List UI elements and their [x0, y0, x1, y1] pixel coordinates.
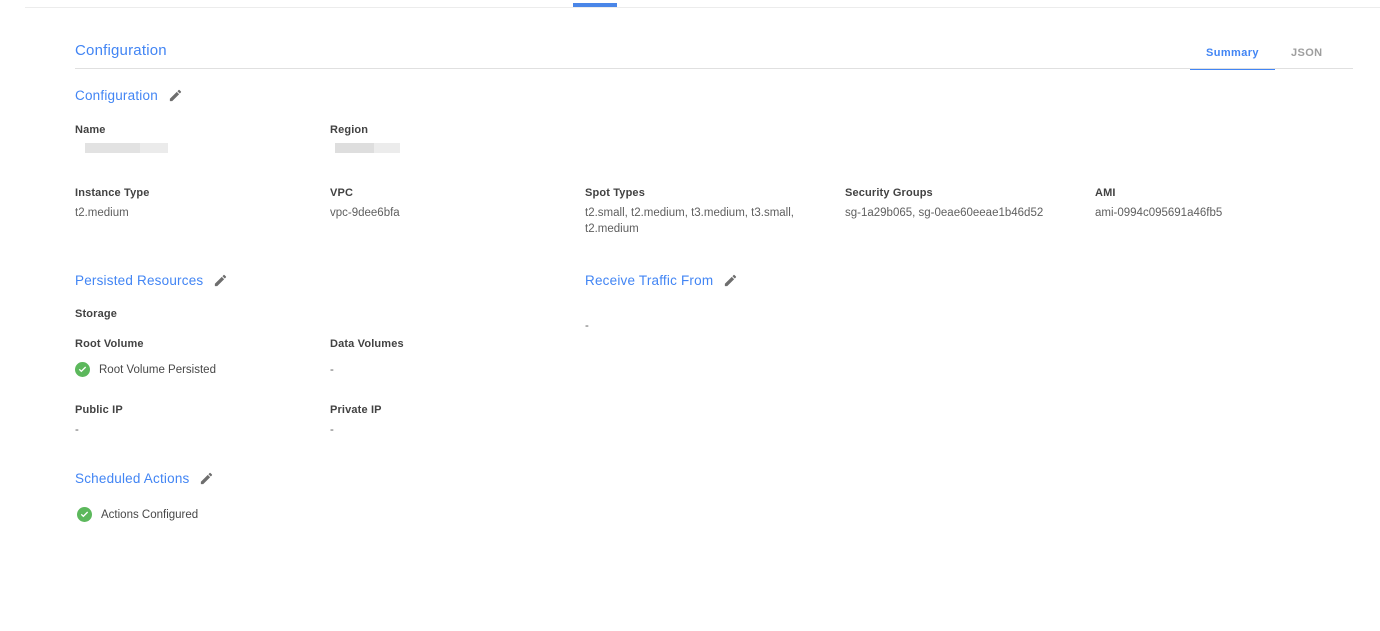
field-ami: AMI ami-0994c095691a46fb5 [1095, 187, 1222, 222]
field-data-volumes-label: Data Volumes [330, 338, 404, 350]
field-ami-label: AMI [1095, 187, 1222, 199]
section-scheduled-actions-header: Scheduled Actions [75, 471, 214, 486]
edit-receive-traffic-button[interactable] [723, 273, 738, 288]
field-spot-types-label: Spot Types [585, 187, 817, 199]
field-root-volume-label: Root Volume [75, 338, 144, 350]
field-public-ip: Public IP - [75, 404, 123, 439]
receive-traffic-value: - [585, 320, 589, 332]
edit-scheduled-actions-button[interactable] [199, 471, 214, 486]
section-persisted-resources-header: Persisted Resources [75, 273, 228, 288]
field-private-ip: Private IP - [330, 404, 382, 439]
pencil-icon [199, 471, 214, 486]
field-private-ip-value: - [330, 423, 382, 439]
root-volume-status-text: Root Volume Persisted [99, 364, 216, 376]
tab-json[interactable]: JSON [1275, 38, 1339, 70]
section-persisted-resources-title: Persisted Resources [75, 273, 203, 288]
field-security-groups-label: Security Groups [845, 187, 1085, 199]
field-private-ip-label: Private IP [330, 404, 382, 416]
field-data-volumes: Data Volumes [330, 338, 404, 350]
tab-summary[interactable]: Summary [1190, 38, 1275, 70]
pencil-icon [168, 88, 183, 103]
top-active-tab-indicator [573, 3, 617, 7]
field-name-label: Name [75, 124, 168, 136]
data-volumes-value: - [330, 364, 334, 376]
scheduled-actions-status-text: Actions Configured [101, 509, 198, 521]
field-root-volume: Root Volume [75, 338, 144, 350]
field-vpc: VPC vpc-9dee6bfa [330, 187, 400, 222]
field-spot-types-value: t2.small, t2.medium, t3.medium, t3.small… [585, 206, 817, 237]
pencil-icon [723, 273, 738, 288]
header-divider [75, 68, 1353, 69]
subsection-storage: Storage [75, 308, 117, 320]
check-circle-icon [75, 362, 90, 377]
field-vpc-label: VPC [330, 187, 400, 199]
field-region: Region [330, 124, 400, 153]
scheduled-actions-status: Actions Configured [77, 507, 198, 522]
view-tabs: Summary JSON [1190, 38, 1339, 70]
field-name-redacted-value [85, 143, 168, 153]
field-region-redacted-value [335, 143, 400, 153]
section-receive-traffic-header: Receive Traffic From [585, 273, 738, 288]
field-instance-type-value: t2.medium [75, 206, 150, 222]
field-public-ip-value: - [75, 423, 123, 439]
root-volume-status: Root Volume Persisted [75, 362, 216, 377]
page-title: Configuration [75, 42, 167, 59]
section-receive-traffic-title: Receive Traffic From [585, 273, 713, 288]
section-configuration-title: Configuration [75, 88, 158, 103]
page: Configuration Summary JSON Configuration… [0, 0, 1380, 631]
field-name: Name [75, 124, 168, 153]
edit-configuration-button[interactable] [168, 88, 183, 103]
top-tabbar-divider [25, 7, 1380, 8]
field-spot-types: Spot Types t2.small, t2.medium, t3.mediu… [585, 187, 817, 237]
subsection-storage-label: Storage [75, 308, 117, 320]
field-instance-type: Instance Type t2.medium [75, 187, 150, 222]
pencil-icon [213, 273, 228, 288]
field-ami-value: ami-0994c095691a46fb5 [1095, 206, 1222, 222]
field-security-groups: Security Groups sg-1a29b065, sg-0eae60ee… [845, 187, 1085, 222]
field-security-groups-value: sg-1a29b065, sg-0eae60eeae1b46d52 [845, 206, 1085, 222]
section-configuration-header: Configuration [75, 88, 183, 103]
check-circle-icon [77, 507, 92, 522]
field-region-label: Region [330, 124, 400, 136]
edit-persisted-resources-button[interactable] [213, 273, 228, 288]
field-vpc-value: vpc-9dee6bfa [330, 206, 400, 222]
field-public-ip-label: Public IP [75, 404, 123, 416]
section-scheduled-actions-title: Scheduled Actions [75, 471, 189, 486]
field-instance-type-label: Instance Type [75, 187, 150, 199]
